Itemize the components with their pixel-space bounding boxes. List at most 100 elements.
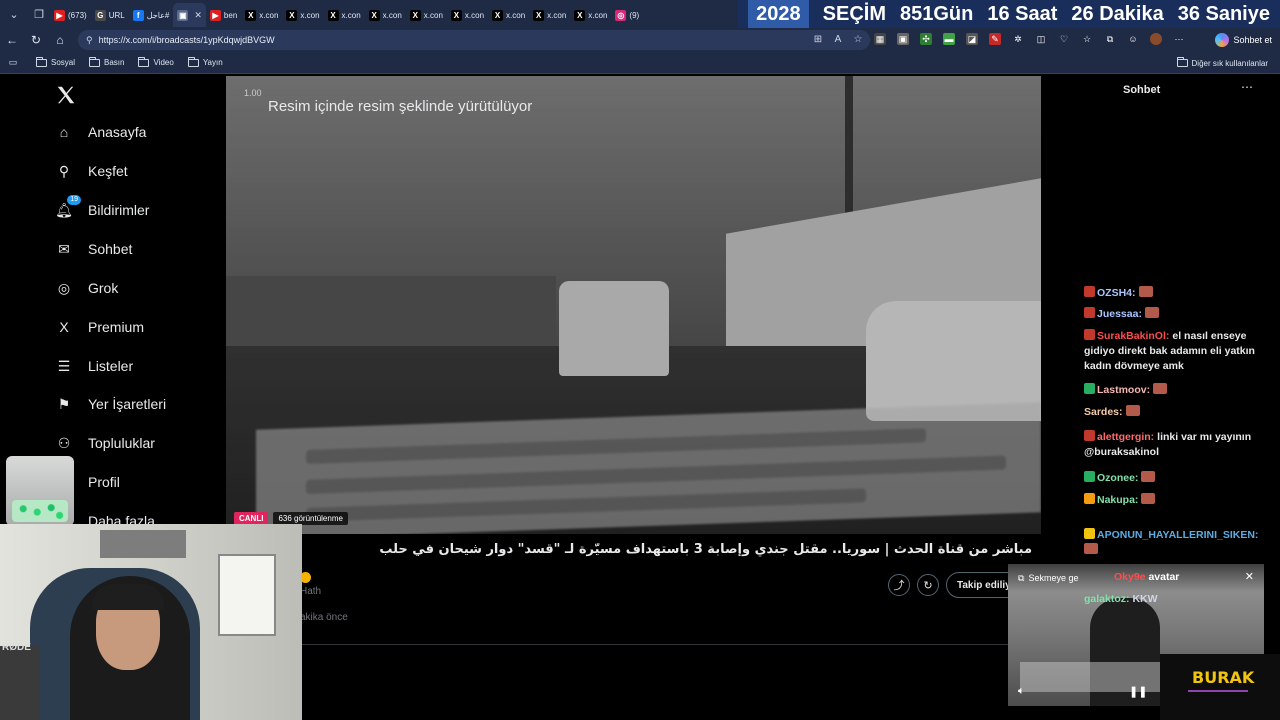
extension-icon[interactable]: ▦ — [874, 33, 886, 45]
more-options-icon[interactable]: ⋯ — [1241, 80, 1253, 94]
host-name[interactable]: Hath — [300, 586, 321, 597]
x-icon: X — [286, 9, 298, 21]
browser-tab[interactable]: G URL — [91, 3, 129, 27]
extension-icon[interactable]: ▣ — [897, 33, 909, 45]
other-favorites-label: Diğer sık kullanılanlar — [1191, 58, 1268, 68]
browser-tab[interactable]: Xx.con — [406, 3, 447, 27]
tab-actions-icon[interactable]: ⌄ — [3, 3, 25, 25]
pip-dim-overlay — [226, 76, 1041, 534]
video-player[interactable]: 1.00 Resim içinde resim şeklinde yürütül… — [226, 76, 1041, 534]
bookmark-folder[interactable]: Sosyal — [36, 56, 76, 67]
back-icon[interactable]: ← — [0, 28, 24, 52]
refresh-icon[interactable]: ↻ — [24, 28, 48, 52]
collections-icon[interactable]: ⧉ — [1104, 33, 1116, 45]
picture-icon: ▣ — [177, 9, 189, 21]
countdown-days: 851Gün — [899, 2, 974, 25]
mail-icon: ✉ — [58, 240, 70, 257]
chat-username[interactable]: OZSH4: — [1097, 287, 1136, 299]
chat-emote-icon — [1141, 493, 1156, 504]
chat-username[interactable]: Ozonee: — [1097, 472, 1138, 484]
close-icon[interactable]: ✕ — [1245, 570, 1254, 583]
x-icon: X — [533, 9, 545, 21]
extension-icon[interactable]: ✎ — [989, 33, 1001, 45]
profile-avatar-icon[interactable] — [1150, 33, 1162, 45]
browser-tab[interactable]: Xx.con — [282, 3, 323, 27]
volume-icon[interactable]: 🔈︎ — [1018, 685, 1025, 698]
chat-username[interactable]: SurakBakinOl: — [1097, 330, 1169, 342]
chat-username[interactable]: alettgergin: — [1097, 431, 1154, 443]
browser-tab[interactable]: Xx.con — [570, 3, 611, 27]
nav-item-grok[interactable]: ◎ Grok — [54, 278, 118, 298]
browser-tab[interactable]: Xx.con — [324, 3, 365, 27]
webcam-whiteboard — [218, 554, 276, 636]
bookmark-label: Sosyal — [51, 58, 76, 67]
pause-icon[interactable]: ❚❚ — [1129, 685, 1147, 698]
browser-tab[interactable]: Xx.con — [447, 3, 488, 27]
browser-essentials-icon[interactable]: ♡ — [1058, 33, 1070, 45]
youtube-icon: ▶ — [209, 9, 221, 21]
browser-tab[interactable]: f ‏عاجل# — [129, 3, 174, 27]
webcam-streamer-hair — [92, 584, 164, 610]
chat-username[interactable]: Lastmoov: — [1097, 384, 1150, 396]
workspaces-icon[interactable]: ❐ — [28, 3, 50, 25]
tab-label: ben — [223, 10, 238, 20]
open-in-tab-icon[interactable]: ⧉ — [1018, 573, 1024, 584]
other-favorites[interactable]: Diğer sık kullanılanlar — [1176, 52, 1268, 74]
tab-close-icon[interactable]: ✕ — [194, 10, 202, 21]
webcam-overlay: RØDE — [0, 524, 302, 720]
browser-tab[interactable]: Xx.con — [488, 3, 529, 27]
chat-username[interactable]: Juessaa: — [1097, 308, 1142, 320]
nav-item-x[interactable]: X Premium — [54, 317, 144, 337]
site-info-icon[interactable]: ⚲ — [86, 35, 93, 46]
copilot-button[interactable]: Sohbet et — [1215, 31, 1272, 49]
share-icon[interactable]: ⤴ — [888, 574, 910, 596]
home-icon[interactable]: ⌂ — [48, 28, 72, 52]
nav-item-search[interactable]: ⚲ Keşfet — [54, 161, 128, 181]
bookmark-folder[interactable]: Video — [138, 56, 174, 67]
chat-username[interactable]: Nakupa: — [1097, 494, 1138, 506]
extensions-puzzle-icon[interactable]: ✲ — [1012, 33, 1024, 45]
browser-tab[interactable]: ▶ (673) — [50, 3, 91, 27]
replay-icon[interactable]: ↻ — [917, 574, 939, 596]
browser-tab[interactable]: Xx.con — [365, 3, 406, 27]
x-logo-icon[interactable] — [55, 84, 77, 106]
search-icon: ⚲ — [58, 162, 70, 179]
read-aloud-icon[interactable]: A — [832, 32, 844, 46]
sidebar-toggle-icon[interactable]: ▭ — [0, 51, 26, 75]
more-options-icon[interactable]: ⋯ — [1173, 33, 1185, 45]
chat-emote-icon — [1144, 307, 1159, 318]
favorite-star-icon[interactable]: ☆ — [852, 32, 864, 46]
browser-tab[interactable]: Xx.con — [529, 3, 570, 27]
feedback-icon[interactable]: ☺ — [1127, 33, 1139, 45]
bookmark-folder[interactable]: Basın — [89, 56, 124, 67]
playback-speed[interactable]: 1.00 — [244, 88, 262, 98]
nav-item-bookmark[interactable]: ⚑ Yer İşaretleri — [54, 394, 166, 414]
stream-logo-underline — [1188, 690, 1248, 692]
nav-item-mail[interactable]: ✉ Sohbet — [54, 239, 132, 259]
nav-item-bell[interactable]: 🔔︎ 19 Bildirimler — [54, 195, 149, 220]
chat-username[interactable]: Sardes: — [1084, 406, 1123, 418]
favorites-icon[interactable]: ☆ — [1081, 33, 1093, 45]
extension-icon[interactable]: ✣ — [920, 33, 932, 45]
split-screen-icon[interactable]: ◫ — [1035, 33, 1047, 45]
browser-tab[interactable]: ▣ ✕ — [173, 3, 206, 27]
chat-username[interactable]: APONUN_HAYALLERINI_SIKEN: — [1097, 529, 1258, 541]
chat-badge-icon — [1084, 528, 1095, 539]
browser-tab[interactable]: ◎ (9) — [611, 3, 643, 27]
x-icon: X — [450, 9, 462, 21]
countdown-label: SEÇİM — [822, 2, 886, 25]
nav-item-community[interactable]: ⚇ Topluluklar — [54, 433, 155, 453]
bookmark-folder[interactable]: Yayın — [187, 56, 223, 67]
apps-icon[interactable]: ⊞ — [812, 32, 824, 46]
browser-tab[interactable]: ▶ ben — [206, 3, 241, 27]
extension-icon[interactable]: ◪ — [966, 33, 978, 45]
open-in-tab-label[interactable]: Sekmeye ge — [1028, 573, 1078, 583]
nav-item-home[interactable]: ⌂ Anasayfa — [54, 122, 147, 142]
chat-message: Sardes: — [1084, 405, 1274, 420]
address-bar[interactable]: ⚲ https://x.com/i/broadcasts/1ypKdqwjdBV… — [78, 30, 870, 50]
nav-item-label: Listeler — [88, 358, 134, 374]
divider — [302, 644, 1008, 645]
browser-tab[interactable]: Xx.con — [241, 3, 282, 27]
extension-icon[interactable]: ▬ — [943, 33, 955, 45]
nav-item-list[interactable]: ☰ Listeler — [54, 356, 133, 376]
